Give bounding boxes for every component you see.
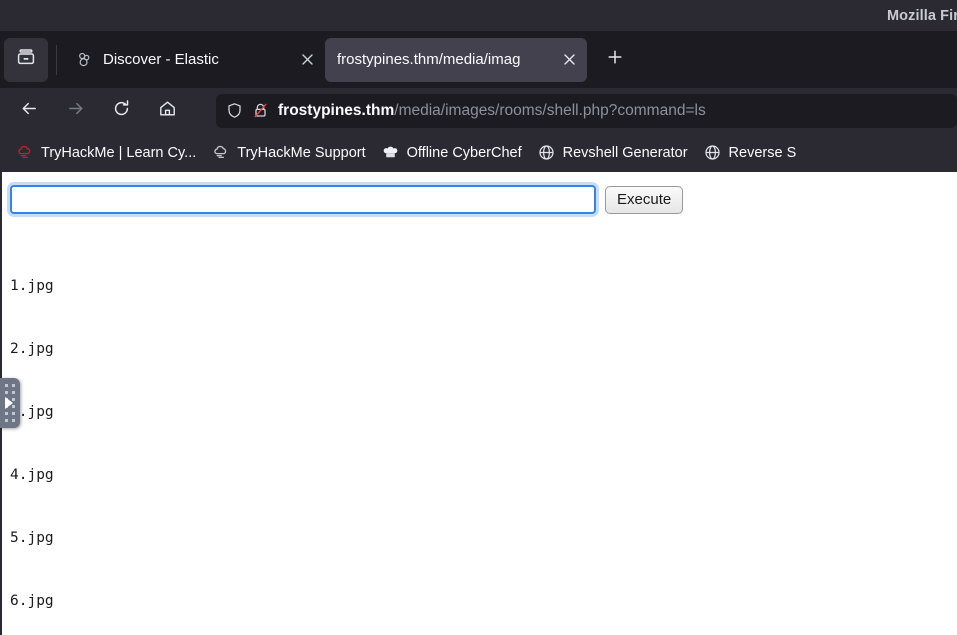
tab-strip: Discover - Elastic frostypines.thm/media…	[0, 31, 957, 88]
home-button[interactable]	[148, 94, 186, 128]
tab-frostypines-shell[interactable]: frostypines.thm/media/imag	[325, 37, 587, 82]
bookmarks-toolbar: TryHackMe | Learn Cy... TryHackMe Suppor…	[0, 133, 957, 172]
thm-cloud-gray-icon	[212, 144, 229, 161]
window-titlebar: Mozilla Fir	[0, 0, 957, 31]
output-line: 6.jpg	[10, 593, 54, 609]
bookmark-label: TryHackMe Support	[237, 144, 366, 161]
output-line: 1.jpg	[10, 278, 54, 294]
thm-cloud-red-icon	[16, 144, 33, 161]
tab-stack-icon	[16, 47, 36, 72]
broken-lock-icon[interactable]	[252, 102, 269, 119]
tab-label: frostypines.thm/media/imag	[337, 50, 521, 68]
output-line: 5.jpg	[10, 530, 54, 546]
execute-button[interactable]: Execute	[605, 185, 684, 214]
tabstrip-separator	[56, 44, 57, 75]
firefox-view-button[interactable]	[4, 37, 48, 82]
bookmark-reverse-shell[interactable]: Reverse S	[696, 139, 805, 167]
back-arrow-icon	[20, 99, 39, 123]
tab-discover-elastic[interactable]: Discover - Elastic	[63, 38, 325, 82]
url-text: frostypines.thm/media/images/rooms/shell…	[278, 94, 706, 128]
play-triangle-icon	[5, 397, 13, 409]
navigation-toolbar: frostypines.thm/media/images/rooms/shell…	[0, 88, 957, 133]
forward-button[interactable]	[56, 94, 94, 128]
sidebar-expand-handle[interactable]	[0, 378, 20, 428]
output-line: 3.jpg	[10, 404, 54, 420]
url-host: frostypines.thm	[278, 101, 395, 119]
bookmark-tryhackme-learn[interactable]: TryHackMe | Learn Cy...	[8, 139, 204, 167]
command-input[interactable]	[10, 185, 596, 214]
url-bar[interactable]: frostypines.thm/media/images/rooms/shell…	[216, 93, 957, 128]
bookmark-label: Offline CyberChef	[406, 144, 522, 161]
bookmark-label: Reverse S	[728, 144, 797, 161]
browser-window: Mozilla Fir Discover - Elastic frostypin…	[0, 0, 957, 635]
window-title: Mozilla Fir	[887, 7, 957, 24]
globe-icon	[538, 144, 555, 161]
output-line: 2.jpg	[10, 341, 54, 357]
bookmark-tryhackme-support[interactable]: TryHackMe Support	[204, 139, 373, 167]
reload-button[interactable]	[102, 94, 140, 128]
shield-icon[interactable]	[226, 102, 243, 119]
elastic-icon	[75, 51, 93, 69]
output-line: 4.jpg	[10, 467, 54, 483]
bookmark-label: TryHackMe | Learn Cy...	[41, 144, 197, 161]
tab-label: Discover - Elastic	[103, 50, 219, 68]
plus-icon	[607, 49, 623, 70]
forward-arrow-icon	[66, 99, 85, 123]
bookmark-revshell-generator[interactable]: Revshell Generator	[530, 139, 696, 167]
url-path: /media/images/rooms/shell.php?command=ls	[394, 101, 706, 119]
tab-close-button[interactable]	[295, 48, 319, 72]
chef-hat-icon	[382, 144, 399, 161]
bookmark-label: Revshell Generator	[562, 144, 688, 161]
tab-close-button[interactable]	[557, 48, 581, 72]
command-form: Execute	[10, 185, 684, 214]
home-icon	[158, 99, 177, 123]
back-button[interactable]	[10, 94, 48, 128]
bookmark-offline-cyberchef[interactable]: Offline CyberChef	[374, 139, 530, 167]
page-content: Execute 1.jpg 2.jpg 3.jpg 4.jpg 5.jpg 6.…	[0, 172, 957, 635]
globe-icon	[704, 144, 721, 161]
new-tab-button[interactable]	[597, 42, 633, 78]
command-output: 1.jpg 2.jpg 3.jpg 4.jpg 5.jpg 6.jpg flag…	[10, 234, 89, 635]
reload-icon	[112, 99, 131, 123]
